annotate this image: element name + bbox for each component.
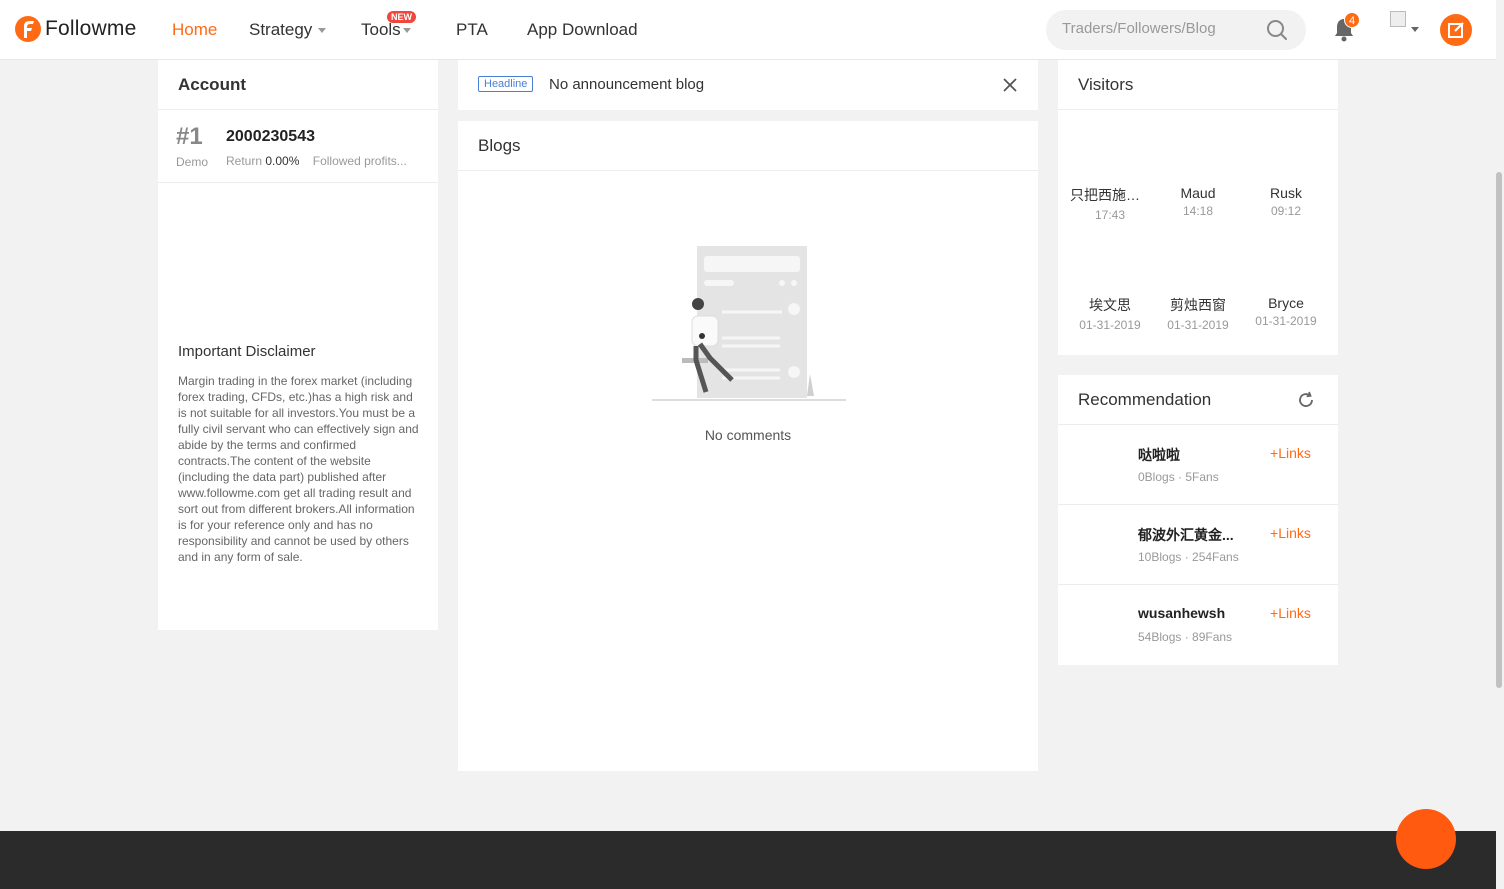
top-header: Followme Home Strategy Tools NEW PTA App… xyxy=(0,0,1496,60)
follow-link-button[interactable]: +Links xyxy=(1270,445,1311,461)
visitor-time: 01-31-2019 xyxy=(1167,318,1229,332)
search-box xyxy=(1046,10,1306,50)
nav-home-label: Home xyxy=(172,20,218,39)
account-row[interactable]: #1 Demo 2000230543 Return 0.00% Followed… xyxy=(158,110,438,183)
main-nav: Home Strategy Tools NEW PTA App Download xyxy=(172,0,638,60)
followme-logo-icon xyxy=(15,16,41,42)
visitor-item[interactable]: 埃文思 01-31-2019 xyxy=(1070,295,1150,332)
followme-logo[interactable]: Followme xyxy=(14,14,136,44)
visitor-name: 只把西施赚... xyxy=(1070,187,1150,203)
recommendation-name[interactable]: 哒啦啦 xyxy=(1138,445,1180,465)
follow-link-label: Links xyxy=(1278,445,1311,461)
search-input[interactable] xyxy=(1062,20,1262,37)
visitor-name: 剪烛西窗 xyxy=(1170,297,1226,313)
write-post-button[interactable] xyxy=(1440,14,1472,46)
visitor-item[interactable]: Bryce 01-31-2019 xyxy=(1246,295,1326,328)
visitor-time: 14:18 xyxy=(1182,204,1214,218)
recommendation-meta: 54Blogs · 89Fans xyxy=(1138,630,1233,644)
return-label: Return xyxy=(226,154,263,168)
account-rank: #1 xyxy=(176,123,203,150)
visitor-time: 17:43 xyxy=(1094,208,1126,222)
nav-app-download[interactable]: App Download xyxy=(527,0,638,60)
recommendation-panel: Recommendation 哒啦啦 0Blogs · 5Fans +Links… xyxy=(1058,375,1338,665)
notification-count-badge: 4 xyxy=(1344,12,1360,28)
chevron-down-icon xyxy=(402,27,411,33)
visitor-name: Rusk xyxy=(1270,185,1302,201)
recommendation-item[interactable]: wusanhewsh 54Blogs · 89Fans +Links xyxy=(1058,585,1338,665)
visitor-name: Bryce xyxy=(1268,295,1304,311)
follow-link-label: Links xyxy=(1278,605,1311,621)
follow-link-button[interactable]: +Links xyxy=(1270,605,1311,621)
recommendation-meta: 0Blogs · 5Fans xyxy=(1138,470,1219,484)
headline-tag: Headline xyxy=(478,76,534,92)
nav-pta-label: PTA xyxy=(456,20,488,39)
search-icon[interactable] xyxy=(1266,19,1288,41)
nav-pta[interactable]: PTA xyxy=(456,0,527,60)
follow-link-label: Links xyxy=(1278,525,1311,541)
visitor-time: 01-31-2019 xyxy=(1255,314,1317,328)
plus-icon: + xyxy=(1270,445,1279,461)
headline-bar: Headline No announcement blog xyxy=(458,60,1038,110)
visitor-time: 09:12 xyxy=(1270,204,1302,218)
account-title: Account xyxy=(158,60,438,110)
disclaimer-title: Important Disclaimer xyxy=(178,343,316,360)
empty-state-text: No comments xyxy=(704,427,792,443)
nav-tools-label: Tools xyxy=(361,20,401,39)
visitor-name: Maud xyxy=(1180,185,1216,201)
recommendation-item[interactable]: 哒啦啦 0Blogs · 5Fans +Links xyxy=(1058,425,1338,505)
recommendation-meta: 10Blogs · 254Fans xyxy=(1138,550,1239,564)
visitor-name: 埃文思 xyxy=(1089,297,1131,313)
disclaimer-text: Margin trading in the forex market (incl… xyxy=(178,374,419,564)
page-footer xyxy=(0,831,1496,889)
nav-strategy[interactable]: Strategy xyxy=(249,0,361,60)
return-value: 0.00% xyxy=(265,154,300,168)
recommendation-item[interactable]: 郁波外汇黄金... 10Blogs · 254Fans +Links xyxy=(1058,505,1338,585)
empty-state-illustration-icon xyxy=(652,246,846,401)
account-type: Demo xyxy=(176,155,209,169)
visitor-item[interactable]: Rusk 09:12 xyxy=(1246,185,1326,218)
blogs-panel: Blogs No comments xyxy=(458,121,1038,771)
account-meta: Return 0.00% Followed profits... xyxy=(226,154,407,168)
avatar[interactable] xyxy=(1390,11,1406,27)
new-badge: NEW xyxy=(387,11,416,23)
nav-app-download-label: App Download xyxy=(527,20,638,39)
plus-icon: + xyxy=(1270,605,1279,621)
edit-icon xyxy=(1448,22,1464,38)
headline-text: No announcement blog xyxy=(549,76,705,93)
refresh-icon[interactable] xyxy=(1296,390,1316,410)
recommendation-name[interactable]: wusanhewsh xyxy=(1138,605,1225,621)
visitor-item[interactable]: Maud 14:18 xyxy=(1158,185,1238,218)
visitors-panel: Visitors 只把西施赚... 17:43 Maud 14:18 Rusk … xyxy=(1058,60,1338,355)
close-icon[interactable] xyxy=(1002,77,1018,93)
account-number: 2000230543 xyxy=(226,128,315,145)
follow-link-button[interactable]: +Links xyxy=(1270,525,1311,541)
blogs-title: Blogs xyxy=(458,121,1038,171)
visitor-item[interactable]: 剪烛西窗 01-31-2019 xyxy=(1158,295,1238,332)
chevron-down-icon xyxy=(318,27,327,33)
plus-icon: + xyxy=(1270,525,1279,541)
floating-action-button[interactable] xyxy=(1396,809,1456,869)
nav-tools[interactable]: Tools NEW xyxy=(361,0,456,60)
recommendation-name[interactable]: 郁波外汇黄金... xyxy=(1138,525,1234,545)
visitor-time: 01-31-2019 xyxy=(1079,318,1141,332)
nav-strategy-label: Strategy xyxy=(249,20,313,39)
chevron-down-icon[interactable] xyxy=(1411,27,1419,32)
scrollbar-thumb[interactable] xyxy=(1496,172,1502,688)
nav-home[interactable]: Home xyxy=(172,0,249,60)
account-panel: Account #1 Demo 2000230543 Return 0.00% … xyxy=(158,60,438,630)
visitor-item[interactable]: 只把西施赚... 17:43 xyxy=(1070,185,1150,222)
brand-name: Followme xyxy=(45,17,137,40)
visitors-title: Visitors xyxy=(1058,60,1338,110)
followed-profits: Followed profits... xyxy=(312,154,407,168)
